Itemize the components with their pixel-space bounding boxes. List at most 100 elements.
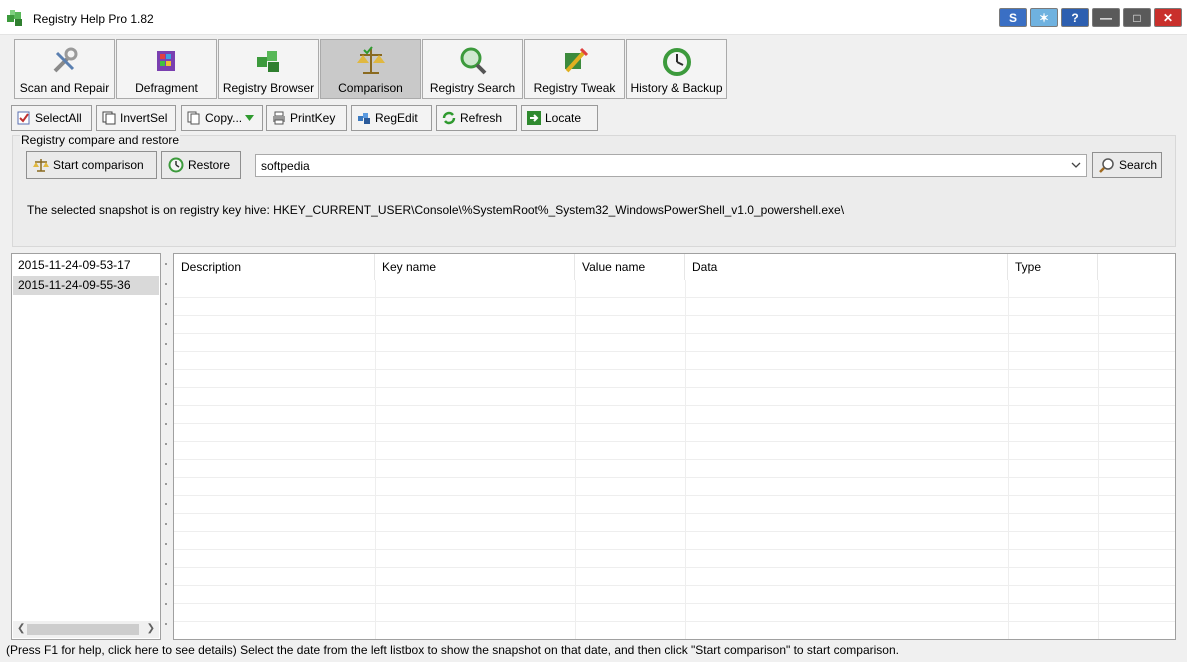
grid-row[interactable] (174, 370, 1175, 388)
grid-row[interactable] (174, 334, 1175, 352)
start-comparison-label: Start comparison (53, 158, 144, 172)
chevron-down-icon[interactable] (1070, 158, 1082, 172)
defragment-icon (157, 51, 175, 71)
grid-row[interactable] (174, 550, 1175, 568)
tab-label: Scan and Repair (19, 81, 110, 95)
select-all-button[interactable]: SelectAll (11, 105, 92, 131)
column-header-description[interactable]: Description (174, 254, 375, 280)
theme-icon: ✶ (1038, 10, 1050, 25)
help-icon: ? (1071, 10, 1079, 25)
close-button[interactable]: ✕ (1154, 8, 1182, 27)
search-icon (1099, 158, 1114, 173)
column-header-key-name[interactable]: Key name (375, 254, 575, 280)
wrench-screwdriver-icon (53, 47, 78, 73)
search-button[interactable]: Search (1092, 152, 1162, 178)
grid-row[interactable] (174, 532, 1175, 550)
snapshot-item[interactable]: 2015-11-24-09-55-36 (13, 276, 159, 295)
horizontal-scrollbar[interactable]: ❮ ❯ (13, 621, 159, 638)
grid-row[interactable] (174, 442, 1175, 460)
tab-label: Registry Search (429, 81, 516, 95)
start-comparison-button[interactable]: Start comparison (26, 151, 157, 179)
grid-row[interactable] (174, 406, 1175, 424)
maximize-button[interactable]: □ (1123, 8, 1151, 27)
restore-label: Restore (188, 158, 231, 172)
grid-row[interactable] (174, 496, 1175, 514)
help-button[interactable]: ? (1061, 8, 1089, 27)
column-header-type[interactable]: Type (1008, 254, 1098, 280)
locate-arrow-icon (527, 111, 541, 125)
tab-label: Registry Browser (222, 81, 315, 95)
minimize-icon: — (1100, 10, 1112, 25)
app-icon (7, 10, 22, 26)
search-label: Search (1119, 158, 1158, 172)
scrollbar-thumb[interactable] (27, 624, 139, 635)
refresh-button[interactable]: Refresh (436, 105, 517, 131)
registry-cubes-icon (257, 51, 279, 72)
print-key-button[interactable]: PrintKey (266, 105, 347, 131)
tab-scan-and-repair[interactable]: Scan and Repair (14, 39, 115, 99)
group-title: Registry compare and restore (20, 133, 181, 147)
comparison-grid[interactable]: Description Key name Value name Data Typ… (173, 253, 1176, 640)
magnifier-icon (460, 47, 487, 75)
tweak-icon (565, 47, 589, 73)
copy-dropdown-button[interactable]: Copy... (181, 105, 263, 131)
splitter-handle[interactable] (161, 253, 173, 640)
regedit-button[interactable]: RegEdit (351, 105, 432, 131)
grid-row[interactable] (174, 514, 1175, 532)
regedit-label: RegEdit (375, 111, 418, 125)
status-bar-text[interactable]: (Press F1 for help, click here to see de… (6, 643, 899, 657)
window-title: Registry Help Pro 1.82 (33, 12, 154, 26)
tab-label: Registry Tweak (533, 81, 616, 95)
refresh-label: Refresh (460, 111, 503, 125)
tab-label: History & Backup (630, 81, 723, 95)
grid-row[interactable] (174, 424, 1175, 442)
snapshot-listbox[interactable]: 2015-11-24-09-53-17 2015-11-24-09-55-36 … (11, 253, 161, 640)
tab-defragment[interactable]: Defragment (116, 39, 217, 99)
scales-icon (33, 159, 49, 172)
minimize-button[interactable]: — (1092, 8, 1120, 27)
grid-row[interactable] (174, 568, 1175, 586)
maximize-icon: □ (1133, 10, 1141, 25)
grid-row[interactable] (174, 280, 1175, 298)
tab-registry-search[interactable]: Registry Search (422, 39, 523, 99)
theme-button[interactable]: ✶ (1030, 8, 1058, 27)
copy-label: Copy... (205, 111, 243, 125)
scales-icon (357, 46, 385, 74)
grid-row[interactable] (174, 478, 1175, 496)
grid-row[interactable] (174, 316, 1175, 334)
restore-button[interactable]: Restore (161, 151, 241, 179)
grid-row[interactable] (174, 586, 1175, 604)
grid-row[interactable] (174, 460, 1175, 478)
snapshot-item[interactable]: 2015-11-24-09-53-17 (13, 256, 159, 275)
column-header-value-name[interactable]: Value name (575, 254, 685, 280)
restore-clock-icon (168, 157, 184, 173)
select-all-label: SelectAll (35, 111, 82, 125)
grid-row[interactable] (174, 352, 1175, 370)
invert-sel-label: InvertSel (120, 111, 168, 125)
skin-button[interactable]: S (999, 8, 1027, 27)
tab-comparison[interactable]: Comparison (320, 39, 421, 99)
snapshot-hive-text: The selected snapshot is on registry key… (27, 203, 845, 217)
locate-button[interactable]: Locate (521, 105, 598, 131)
regedit-icon (358, 113, 370, 124)
clock-icon (663, 48, 691, 76)
tab-history-and-backup[interactable]: History & Backup (626, 39, 727, 99)
checked-document-icon (17, 111, 30, 125)
grid-row[interactable] (174, 604, 1175, 622)
scroll-right-icon[interactable]: ❯ (147, 623, 155, 634)
tab-registry-browser[interactable]: Registry Browser (218, 39, 319, 99)
scroll-left-icon[interactable]: ❮ (17, 623, 25, 634)
grid-row[interactable] (174, 388, 1175, 406)
search-combobox[interactable] (255, 154, 1087, 177)
print-key-label: PrintKey (290, 111, 336, 125)
tab-registry-tweak[interactable]: Registry Tweak (524, 39, 625, 99)
printer-icon (273, 111, 285, 125)
invert-sel-button[interactable]: InvertSel (96, 105, 176, 131)
refresh-icon (442, 111, 456, 125)
grid-row[interactable] (174, 298, 1175, 316)
search-input[interactable] (256, 155, 1061, 176)
skin-icon: S (1008, 10, 1017, 25)
grid-row[interactable] (174, 622, 1175, 639)
tab-label: Defragment (135, 81, 198, 95)
column-header-data[interactable]: Data (685, 254, 1008, 280)
